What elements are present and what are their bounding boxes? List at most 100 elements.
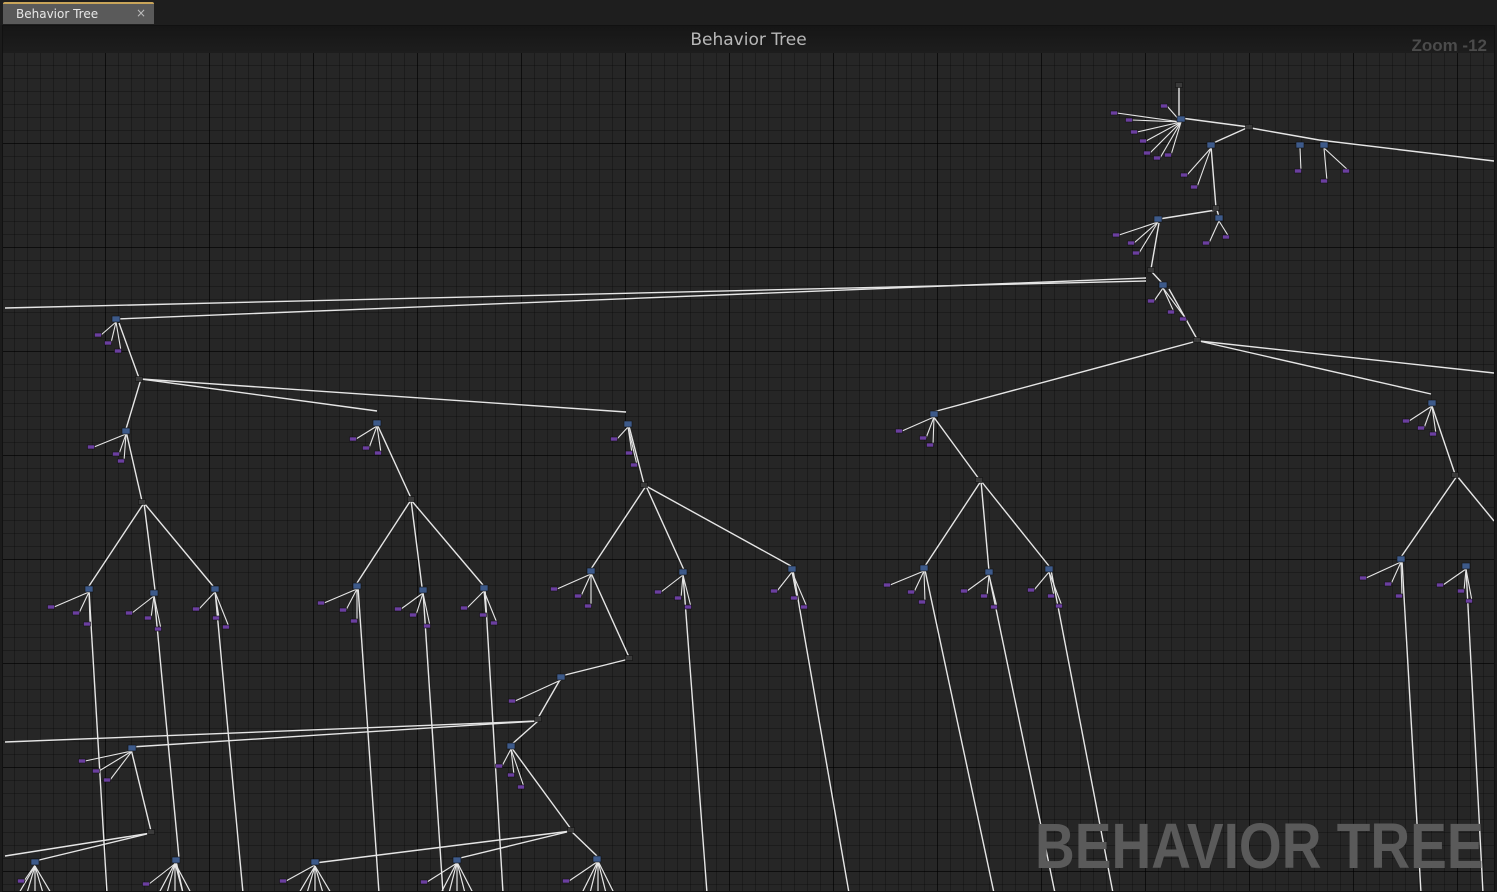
task-node[interactable] [127,744,137,752]
decorator-node[interactable] [1164,152,1172,158]
composite-node[interactable] [534,716,542,722]
decorator-node[interactable] [800,604,808,610]
decorator-node[interactable] [1180,172,1188,178]
decorator-node[interactable] [1112,232,1120,238]
decorator-node[interactable] [625,450,633,456]
composite-node[interactable] [567,827,575,833]
decorator-node[interactable] [1359,575,1367,581]
close-icon[interactable]: × [136,6,146,20]
decorator-node[interactable] [78,758,86,764]
decorator-node[interactable] [479,612,487,618]
decorator-node[interactable] [1153,155,1161,161]
task-node[interactable] [984,568,994,576]
decorator-node[interactable] [1132,250,1140,256]
decorator-node[interactable] [144,615,152,621]
task-node[interactable] [452,856,462,864]
decorator-node[interactable] [1342,168,1350,174]
decorator-node[interactable] [394,606,402,612]
task-node[interactable] [1461,562,1471,570]
decorator-node[interactable] [674,595,682,601]
decorator-node[interactable] [103,777,111,783]
decorator-node[interactable] [790,595,798,601]
decorator-node[interactable] [362,445,370,451]
task-node[interactable] [1396,555,1406,563]
decorator-node[interactable] [17,878,25,884]
decorator-node[interactable] [770,588,778,594]
task-node[interactable] [1158,281,1168,289]
decorator-node[interactable] [550,586,558,592]
task-node[interactable] [592,855,602,863]
task-node[interactable] [310,858,320,866]
decorator-node[interactable] [125,610,133,616]
decorator-node[interactable] [279,878,287,884]
decorator-node[interactable] [508,698,516,704]
composite-node[interactable] [1147,267,1155,273]
task-node[interactable] [1176,115,1186,123]
decorator-node[interactable] [374,450,382,456]
decorator-node[interactable] [1125,117,1133,123]
composite-node[interactable] [975,477,983,483]
decorator-node[interactable] [1436,582,1444,588]
decorator-node[interactable] [562,878,570,884]
task-node[interactable] [352,582,362,590]
composite-node[interactable] [147,829,155,835]
composite-node[interactable] [407,496,415,502]
decorator-node[interactable] [112,451,120,457]
task-node[interactable] [84,585,94,593]
decorator-node[interactable] [154,626,162,632]
task-node[interactable] [1427,399,1437,407]
decorator-node[interactable] [47,604,55,610]
task-node[interactable] [678,568,688,576]
decorator-node[interactable] [349,436,357,442]
decorator-node[interactable] [420,879,428,885]
decorator-node[interactable] [1402,418,1410,424]
decorator-node[interactable] [630,462,638,468]
task-node[interactable] [623,420,633,428]
decorator-node[interactable] [222,624,230,630]
decorator-node[interactable] [895,428,903,434]
decorator-node[interactable] [980,593,988,599]
composite-node[interactable] [1193,337,1201,343]
task-node[interactable] [1153,215,1163,223]
decorator-node[interactable] [212,615,220,621]
decorator-node[interactable] [1139,138,1147,144]
decorator-node[interactable] [339,607,347,613]
task-node[interactable] [171,856,181,864]
decorator-node[interactable] [72,610,80,616]
decorator-node[interactable] [1179,316,1187,322]
decorator-node[interactable] [1202,240,1210,246]
decorator-node[interactable] [490,620,498,626]
task-node[interactable] [1319,141,1329,149]
task-node[interactable] [1295,141,1305,149]
decorator-node[interactable] [684,604,692,610]
composite-node[interactable] [138,499,146,505]
decorator-node[interactable] [907,589,915,595]
decorator-node[interactable] [1222,234,1230,240]
decorator-node[interactable] [1160,103,1168,109]
composite-node[interactable] [1212,205,1220,211]
decorator-node[interactable] [1167,309,1175,315]
task-node[interactable] [919,564,929,572]
task-node[interactable] [1044,565,1054,573]
decorator-node[interactable] [507,772,515,778]
decorator-node[interactable] [1384,581,1392,587]
decorator-node[interactable] [192,606,200,612]
task-node[interactable] [586,567,596,575]
composite-node[interactable] [1175,82,1183,88]
decorator-node[interactable] [495,763,503,769]
decorator-node[interactable] [919,435,927,441]
task-node[interactable] [372,419,382,427]
decorator-node[interactable] [610,436,618,442]
decorator-node[interactable] [654,589,662,595]
composite-node[interactable] [625,655,633,661]
task-node[interactable] [479,584,489,592]
decorator-node[interactable] [1147,298,1155,304]
decorator-node[interactable] [1127,240,1135,246]
task-node[interactable] [111,315,121,323]
decorator-node[interactable] [423,623,431,629]
task-node[interactable] [149,589,159,597]
task-node[interactable] [929,410,939,418]
composite-node[interactable] [1245,124,1253,130]
decorator-node[interactable] [87,444,95,450]
task-node[interactable] [121,427,131,435]
